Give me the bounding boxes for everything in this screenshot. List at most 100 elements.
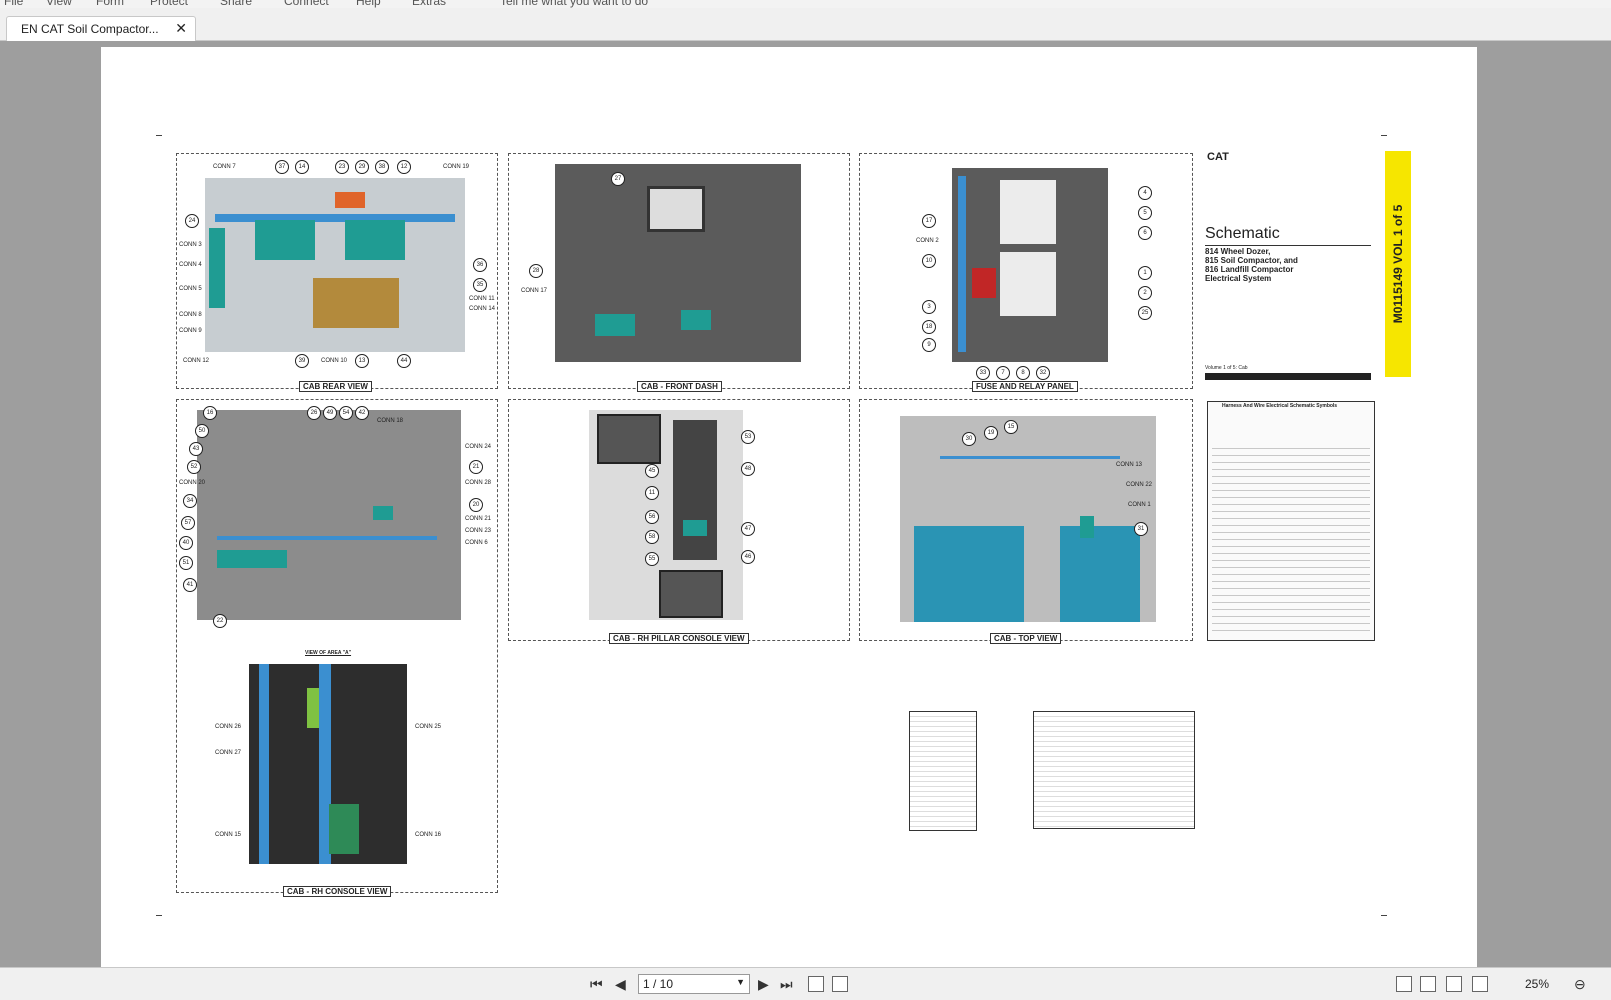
callout: 4 — [1138, 186, 1152, 200]
title-line: 814 Wheel Dozer, — [1205, 247, 1271, 256]
callout: 5 — [1138, 206, 1152, 220]
two-page-continuous-icon[interactable] — [1472, 976, 1488, 992]
panel-cab-top: CONN 13 CONN 22 CONN 1 30 19 15 31 CAB -… — [859, 399, 1193, 644]
menu-file[interactable]: File — [4, 0, 23, 8]
conn-label: CONN 19 — [443, 164, 470, 170]
menu-share[interactable]: Share — [220, 0, 252, 8]
first-page-icon[interactable]: ⏮ — [590, 976, 603, 993]
panel-fuse-relay: CONN 2 17 10 3 18 9 4 5 6 1 2 25 33 7 8 … — [859, 153, 1193, 392]
callout: 54 — [339, 406, 353, 420]
callout: 58 — [645, 530, 659, 544]
menu-protect[interactable]: Protect — [150, 0, 188, 8]
menu-help[interactable]: Help — [356, 0, 381, 8]
page-number-value: 1 / 10 — [643, 977, 674, 991]
callout: 44 — [397, 354, 411, 368]
callout: 18 — [922, 320, 936, 334]
single-page-icon[interactable] — [1396, 976, 1412, 992]
fit-width-icon[interactable] — [832, 976, 848, 992]
fuse-panel-photo — [952, 168, 1108, 362]
callout: 37 — [275, 160, 289, 174]
zoom-level[interactable]: 25% — [1525, 977, 1549, 991]
cab-rear-photo — [205, 178, 465, 352]
callout: 28 — [529, 264, 543, 278]
callout: 9 — [922, 338, 936, 352]
zoom-out-icon[interactable]: ⊖ — [1574, 976, 1586, 993]
panel-caption: CAB REAR VIEW — [299, 381, 372, 392]
callout: 43 — [189, 442, 203, 456]
connector-stack — [209, 228, 225, 308]
panel-caption: FUSE AND RELAY PANEL — [972, 381, 1078, 392]
callout: 12 — [397, 160, 411, 174]
wire-harness — [940, 456, 1120, 459]
callout: 47 — [741, 522, 755, 536]
fuse-block — [1000, 180, 1056, 244]
fit-page-icon[interactable] — [808, 976, 824, 992]
crop-mark — [1381, 135, 1387, 136]
title-bar — [1205, 373, 1371, 380]
chevron-down-icon[interactable]: ▼ — [736, 977, 745, 987]
menu-form[interactable]: Form — [96, 0, 124, 8]
crop-mark — [1381, 915, 1387, 916]
callout: 50 — [195, 424, 209, 438]
conn-label: CONN 25 — [415, 724, 442, 730]
callout: 41 — [183, 578, 197, 592]
menu-view[interactable]: View — [46, 0, 72, 8]
connector-module — [595, 314, 635, 336]
conn-label: CONN 20 — [179, 480, 206, 486]
conn-label: CONN 17 — [521, 288, 548, 294]
conn-label: CONN 6 — [465, 540, 488, 546]
close-icon[interactable]: ✕ — [175, 20, 187, 37]
divider — [1205, 245, 1371, 246]
rh-console-photo — [249, 664, 407, 864]
connector-module — [683, 520, 707, 536]
menu-connect[interactable]: Connect — [284, 0, 329, 8]
callout: 1 — [1138, 266, 1152, 280]
volume-strip-text: M0115149 VOL 1 of 5 — [1391, 204, 1405, 324]
conn-label: CONN 2 — [916, 238, 939, 244]
document-tab[interactable]: EN CAT Soil Compactor... ✕ — [6, 16, 196, 41]
callout: 56 — [645, 510, 659, 524]
callout: 38 — [375, 160, 389, 174]
document-viewer[interactable]: CONN 7 CONN 19 CONN 3 CONN 4 CONN 5 CONN… — [0, 41, 1611, 967]
callout: 11 — [645, 486, 659, 500]
next-page-icon[interactable]: ▶ — [758, 976, 769, 993]
rh-pillar-photo — [589, 410, 743, 620]
conn-label: CONN 7 — [213, 164, 236, 170]
callout: 42 — [355, 406, 369, 420]
page-number-input[interactable]: 1 / 10 ▼ — [638, 974, 750, 994]
relay-block — [313, 278, 399, 328]
wire-harness — [958, 176, 966, 352]
connector-module — [345, 220, 405, 260]
conn-label: CONN 12 — [183, 358, 210, 364]
callout: 57 — [181, 516, 195, 530]
last-page-icon[interactable]: ⏭ — [780, 976, 793, 993]
wire-harness — [215, 214, 455, 222]
conn-label: CONN 3 — [179, 242, 202, 248]
conn-label: CONN 15 — [215, 832, 242, 838]
two-page-icon[interactable] — [1446, 976, 1462, 992]
callout: 34 — [183, 494, 197, 508]
symbols-legend: Harness And Wire Electrical Schematic Sy… — [1207, 401, 1375, 641]
callout: 51 — [179, 556, 193, 570]
callout: 29 — [355, 160, 369, 174]
wire-harness — [259, 664, 269, 864]
callout: 22 — [213, 614, 227, 628]
front-dash-photo — [555, 164, 801, 362]
callout: 39 — [295, 354, 309, 368]
conn-label: CONN 23 — [465, 528, 492, 534]
continuous-icon[interactable] — [1420, 976, 1436, 992]
callout: 17 — [922, 214, 936, 228]
panel-rh-pillar: 53 45 48 11 56 58 55 47 46 CAB - RH PILL… — [508, 399, 850, 644]
previous-page-icon[interactable]: ◀ — [615, 976, 626, 993]
tell-me-search[interactable]: Tell me what you want to do — [500, 0, 648, 8]
callout: 46 — [741, 550, 755, 564]
callout: 15 — [1004, 420, 1018, 434]
connector-module — [373, 506, 393, 520]
conn-label: CONN 8 — [179, 312, 202, 318]
callout: 35 — [473, 278, 487, 292]
callout: 13 — [355, 354, 369, 368]
panel-front-dash: CONN 17 27 28 CAB - FRONT DASH — [508, 153, 850, 392]
menu-extras[interactable]: Extras — [412, 0, 446, 8]
pdf-page: CONN 7 CONN 19 CONN 3 CONN 4 CONN 5 CONN… — [101, 47, 1477, 967]
callout: 8 — [1016, 366, 1030, 380]
